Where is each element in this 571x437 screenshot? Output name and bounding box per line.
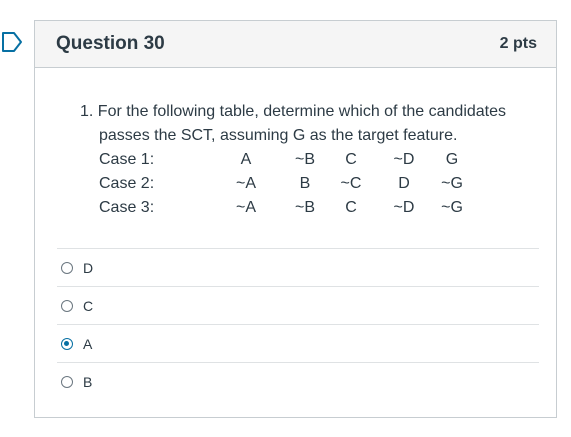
- case-cell: B: [299, 175, 311, 192]
- case-row-1: Case 1: A ~B C ~D G: [80, 148, 510, 172]
- case-cell: C: [345, 199, 357, 216]
- case-cell: ~G: [441, 175, 463, 192]
- question-header: Question 30 2 pts: [35, 21, 556, 68]
- case-label: Case 3:: [99, 199, 155, 216]
- case-cell: G: [445, 151, 459, 168]
- case-cell: ~B: [294, 151, 315, 168]
- case-cell: ~D: [393, 199, 415, 216]
- question-text-line: passes the SCT, assuming G as the target…: [99, 127, 458, 144]
- case-cell: ~A: [235, 175, 256, 192]
- answer-option-a[interactable]: A: [57, 324, 539, 362]
- question-card: Question 30 2 pts 1. For the following t…: [34, 20, 557, 418]
- case-label: Case 1:: [99, 151, 155, 168]
- radio-button-selected[interactable]: [61, 337, 73, 350]
- case-cell: ~A: [235, 199, 256, 216]
- answer-option-d[interactable]: D: [57, 248, 539, 286]
- answer-label: B: [83, 373, 93, 390]
- radio-button[interactable]: [61, 299, 73, 312]
- answer-list: D C A B: [57, 248, 539, 400]
- question-text: 1. For the following table, determine wh…: [80, 100, 520, 148]
- answer-label: A: [83, 335, 93, 352]
- case-label: Case 2:: [99, 175, 155, 192]
- answer-option-c[interactable]: C: [57, 286, 539, 324]
- case-cell: C: [345, 151, 357, 168]
- case-cell: D: [398, 175, 410, 192]
- case-cell: ~D: [393, 151, 415, 168]
- radio-button[interactable]: [61, 375, 73, 388]
- question-title: Question 30: [56, 33, 165, 54]
- answer-label: C: [83, 297, 94, 314]
- answer-label: D: [83, 259, 94, 276]
- answer-option-b[interactable]: B: [57, 362, 539, 400]
- case-row-2: Case 2: ~A B ~C D ~G: [80, 172, 510, 196]
- case-row-3: Case 3: ~A ~B C ~D ~G: [80, 196, 510, 220]
- question-points: 2 pts: [499, 35, 537, 52]
- case-cell: A: [240, 151, 252, 168]
- case-cell: ~C: [340, 175, 362, 192]
- radio-button[interactable]: [61, 261, 73, 274]
- case-cell: ~B: [294, 199, 315, 216]
- bookmark-flag-icon[interactable]: [0, 31, 24, 53]
- case-cell: ~G: [441, 199, 463, 216]
- question-text-line: 1. For the following table, determine wh…: [80, 103, 507, 120]
